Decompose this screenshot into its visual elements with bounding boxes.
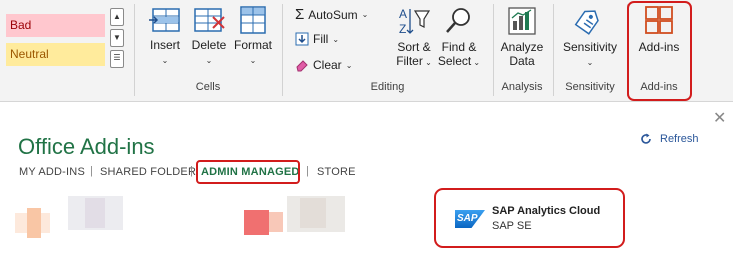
sensitivity-group-label: Sensitivity (565, 81, 615, 93)
refresh-icon (641, 133, 651, 144)
analyze-data-icon (508, 7, 536, 35)
blurred-add-in-text (300, 198, 326, 228)
gallery-scroll-up-icon[interactable]: ▲ (110, 8, 124, 26)
add-ins-highlight-box (627, 1, 692, 101)
tab-shared-folder[interactable]: SHARED FOLDER (100, 166, 196, 178)
admin-managed-highlight-box (196, 160, 300, 184)
magnifier-icon (446, 8, 470, 33)
eraser-icon (296, 60, 308, 72)
autosum-label: AutoSum (308, 7, 358, 22)
sap-card-highlight-box (434, 188, 625, 248)
chevron-down-icon: ⌄ (361, 10, 369, 19)
refresh-label: Refresh (660, 133, 699, 145)
delete-cells-icon (194, 8, 225, 32)
delete-label: Delete (191, 38, 227, 52)
analyze-label-1: Analyze (500, 40, 544, 54)
insert-button[interactable]: Insert ⌄ (142, 5, 188, 66)
find-select-button[interactable]: Find & Select ⌄ (437, 5, 481, 70)
chevron-down-icon: ⌄ (345, 60, 353, 70)
sensitivity-label-icon (574, 10, 599, 35)
tab-store[interactable]: STORE (317, 166, 356, 178)
insert-label: Insert (149, 38, 180, 52)
analysis-group-label: Analysis (501, 81, 543, 93)
sort-filter-label-2: Filter (396, 54, 423, 68)
chevron-down-icon: ⌄ (422, 58, 432, 67)
analyze-data-button[interactable]: Analyze Data (498, 5, 546, 68)
chevron-down-icon: ⌄ (249, 56, 257, 65)
delete-button[interactable]: Delete ⌄ (188, 5, 230, 66)
gallery-more-icon[interactable]: ☰ (110, 50, 124, 68)
blurred-add-in-logo (27, 208, 41, 238)
sort-filter-label-1: Sort & (397, 40, 431, 54)
editing-group-label: Editing (370, 81, 405, 93)
gallery-scroll-down-icon[interactable]: ▼ (110, 29, 124, 47)
dialog-title: Office Add-ins (18, 134, 155, 159)
format-label: Format (233, 38, 272, 52)
find-select-label-1: Find & (441, 40, 477, 54)
analyze-label-2: Data (509, 54, 535, 68)
fill-button[interactable]: Fill ⌄ (295, 32, 339, 46)
cell-style-neutral[interactable]: Neutral (6, 43, 105, 66)
cell-style-bad[interactable]: Bad (6, 14, 105, 37)
chevron-down-icon: ⌄ (205, 56, 213, 65)
blurred-add-in-text (85, 198, 105, 228)
insert-cells-icon (149, 8, 180, 32)
fill-down-icon (295, 32, 309, 46)
find-select-label-2: Select (437, 54, 472, 68)
sensitivity-label: Sensitivity (562, 40, 618, 54)
close-icon[interactable]: ✕ (713, 108, 726, 128)
sort-filter-icon: A Z (399, 7, 431, 36)
chevron-down-icon: ⌄ (161, 56, 169, 65)
refresh-button[interactable]: Refresh (640, 133, 699, 145)
svg-text:Z: Z (399, 22, 406, 36)
ribbon: Bad Neutral ▲ ▼ ☰ Insert ⌄ Delete ⌄ Form… (0, 0, 733, 102)
separator (553, 4, 554, 96)
autosum-button[interactable]: Σ AutoSum ⌄ (295, 6, 368, 23)
blurred-add-in-logo (269, 212, 283, 232)
sensitivity-button[interactable]: Sensitivity ⌄ (558, 5, 622, 68)
clear-label: Clear (313, 58, 342, 72)
clear-button[interactable]: Clear ⌄ (295, 58, 352, 72)
tab-my-add-ins[interactable]: MY ADD-INS (19, 166, 85, 178)
chevron-down-icon: ⌄ (471, 58, 481, 67)
separator (282, 4, 283, 96)
tab-separator: | (306, 165, 309, 177)
sort-filter-button[interactable]: A Z Sort & Filter ⌄ (393, 5, 435, 70)
tab-separator: | (190, 165, 193, 177)
blurred-add-in-logo (244, 210, 269, 235)
fill-label: Fill (313, 32, 329, 46)
cells-group-label: Cells (195, 81, 221, 93)
chevron-down-icon: ⌄ (586, 58, 594, 67)
separator (134, 4, 135, 96)
separator (493, 4, 494, 96)
svg-text:A: A (399, 7, 407, 21)
tab-separator: | (90, 165, 93, 177)
format-cells-icon (240, 6, 266, 34)
chevron-down-icon: ⌄ (332, 34, 340, 44)
sigma-icon: Σ (295, 6, 305, 23)
format-button[interactable]: Format ⌄ (232, 5, 274, 66)
